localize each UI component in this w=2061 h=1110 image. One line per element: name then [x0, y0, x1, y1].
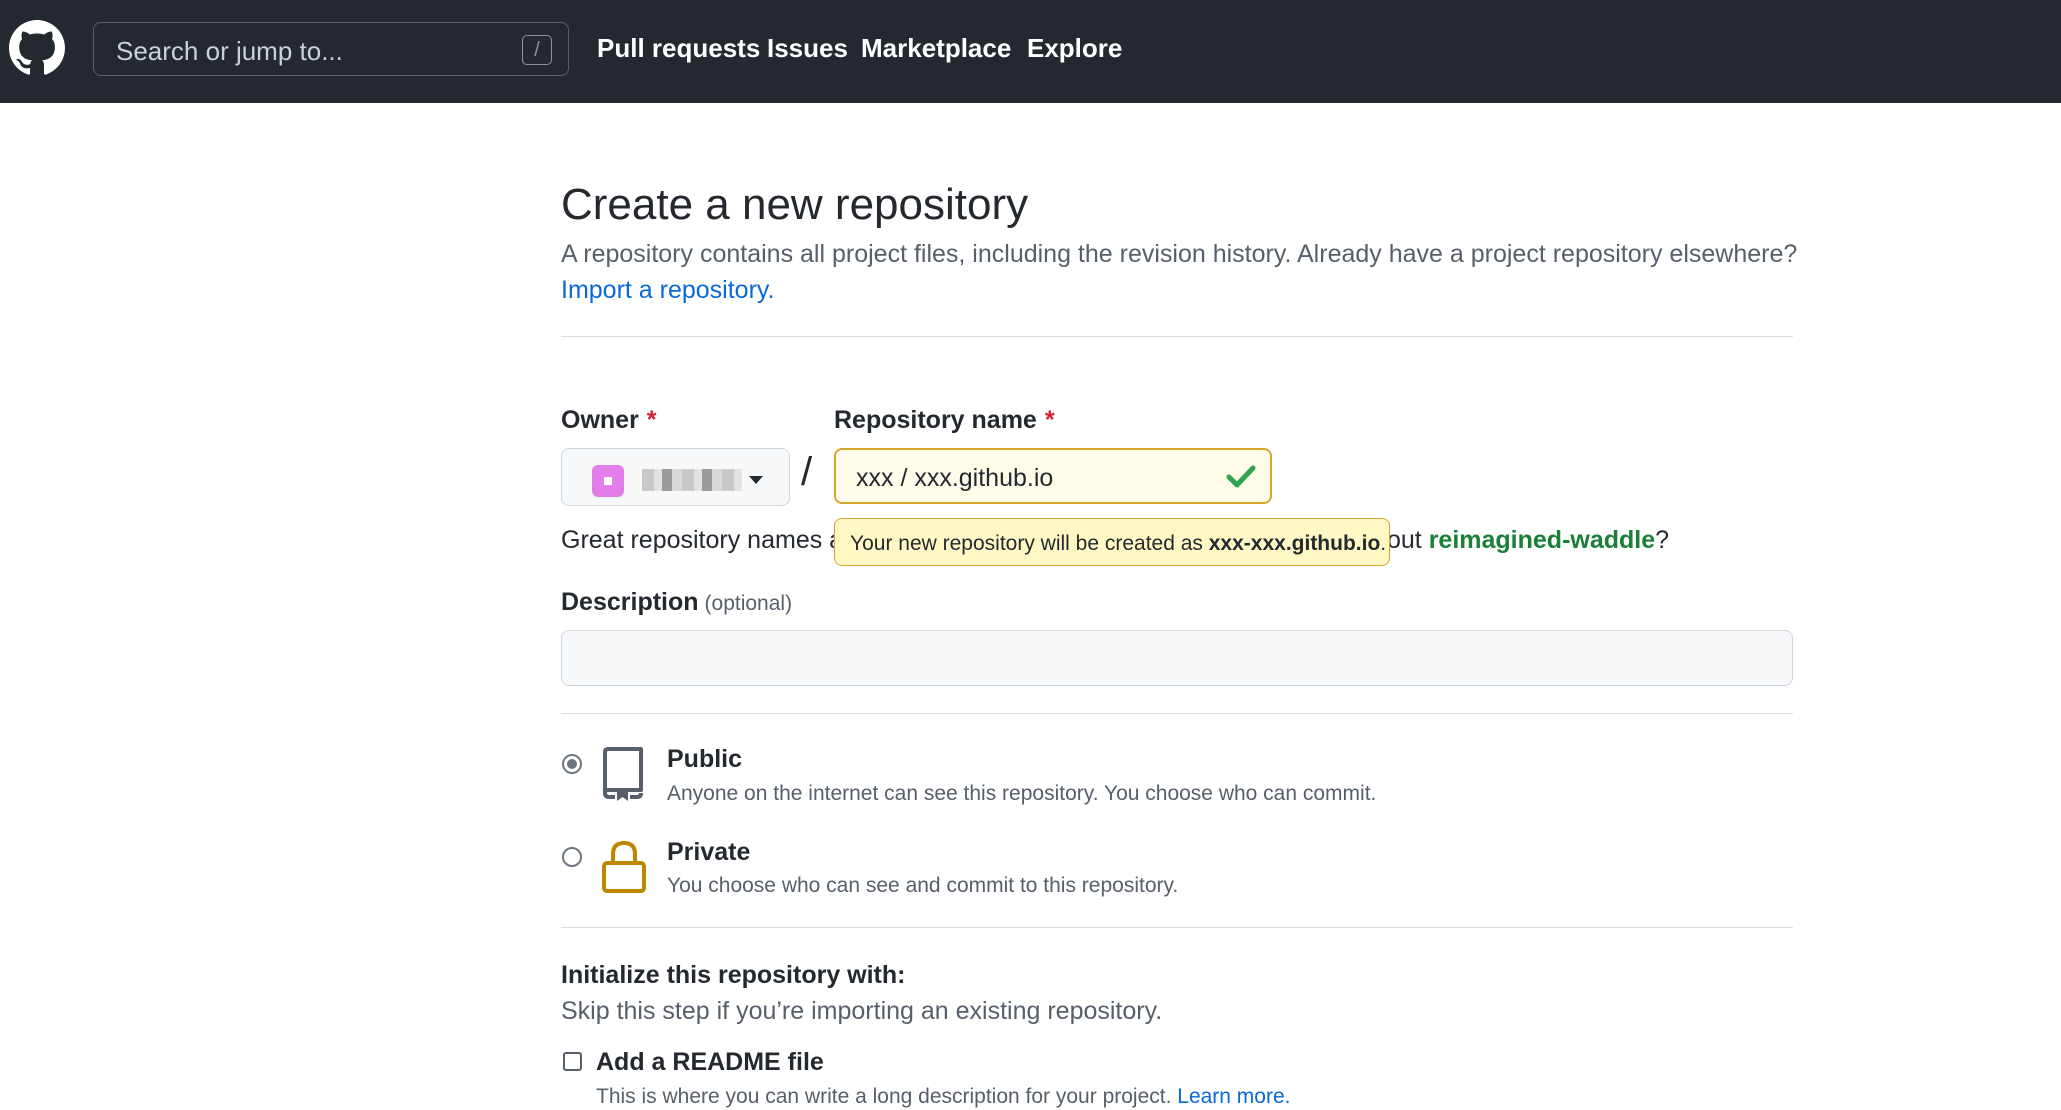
- owner-select[interactable]: [561, 448, 790, 506]
- chevron-down-icon: [749, 476, 763, 484]
- private-description: You choose who can see and commit to thi…: [667, 874, 1179, 897]
- readme-description-text: This is where you can write a long descr…: [596, 1085, 1178, 1108]
- import-repository-link[interactable]: Import a repository.: [561, 276, 775, 305]
- owner-avatar: [592, 465, 624, 497]
- description-optional: (optional): [704, 592, 793, 615]
- suggested-name-link[interactable]: reimagined-waddle: [1429, 526, 1655, 554]
- add-readme-checkbox[interactable]: [563, 1052, 582, 1071]
- learn-more-link[interactable]: Learn more.: [1177, 1085, 1290, 1108]
- page-subtitle: A repository contains all project files,…: [561, 240, 1798, 268]
- repo-name-label-text: Repository name: [834, 406, 1037, 434]
- tooltip-end: .: [1380, 532, 1387, 555]
- owner-label: Owner *: [561, 406, 657, 435]
- nav-marketplace[interactable]: Marketplace: [861, 33, 1011, 64]
- description-input[interactable]: [561, 630, 1793, 686]
- required-mark: *: [1044, 406, 1055, 434]
- owner-name-redacted: [642, 469, 742, 491]
- nav-explore[interactable]: Explore: [1027, 33, 1122, 64]
- initialize-subtitle: Skip this step if you’re importing an ex…: [561, 997, 1163, 1025]
- search-shortcut-key: /: [522, 35, 552, 65]
- lock-icon: [602, 840, 646, 893]
- add-readme-label[interactable]: Add a README file: [596, 1048, 824, 1077]
- divider: [561, 927, 1793, 928]
- description-label-text: Description: [561, 588, 699, 616]
- check-icon: [1226, 465, 1256, 488]
- repo-icon: [603, 747, 643, 801]
- owner-repo-separator: /: [801, 450, 813, 494]
- top-header: Search or jump to... / Pull requests Iss…: [0, 0, 2061, 103]
- private-title[interactable]: Private: [667, 838, 750, 867]
- public-title[interactable]: Public: [667, 745, 742, 774]
- search-placeholder: Search or jump to...: [116, 36, 343, 66]
- public-radio[interactable]: [562, 754, 582, 774]
- public-description: Anyone on the internet can see this repo…: [667, 782, 1377, 805]
- private-radio[interactable]: [562, 847, 582, 867]
- repository-name-value: xxx / xxx.github.io: [856, 464, 1054, 492]
- tooltip-text: Your new repository will be created as: [850, 532, 1209, 555]
- initialize-title: Initialize this repository with:: [561, 961, 906, 989]
- search-input[interactable]: Search or jump to... /: [93, 22, 569, 76]
- repo-name-hint-end: out reimagined-waddle?: [1387, 526, 1669, 555]
- repository-name-input[interactable]: xxx / xxx.github.io: [834, 448, 1272, 504]
- hint-end-prefix: out: [1387, 526, 1429, 554]
- divider: [561, 336, 1793, 337]
- description-label: Description (optional): [561, 588, 792, 617]
- divider: [561, 713, 1793, 714]
- page-title: Create a new repository: [561, 180, 1029, 229]
- owner-label-text: Owner: [561, 406, 639, 434]
- nav-issues[interactable]: Issues: [767, 33, 848, 64]
- github-logo-icon[interactable]: [9, 20, 65, 76]
- tooltip-repo-name: xxx-xxx.github.io: [1208, 532, 1381, 555]
- repo-name-label: Repository name *: [834, 406, 1055, 435]
- nav-pull-requests[interactable]: Pull requests: [597, 33, 760, 64]
- hint-end-suffix: ?: [1655, 526, 1670, 554]
- required-mark: *: [646, 406, 657, 434]
- repo-name-tooltip: Your new repository will be created as x…: [834, 518, 1390, 566]
- repo-name-hint-start: Great repository names a: [561, 526, 844, 554]
- readme-description: This is where you can write a long descr…: [596, 1085, 1291, 1109]
